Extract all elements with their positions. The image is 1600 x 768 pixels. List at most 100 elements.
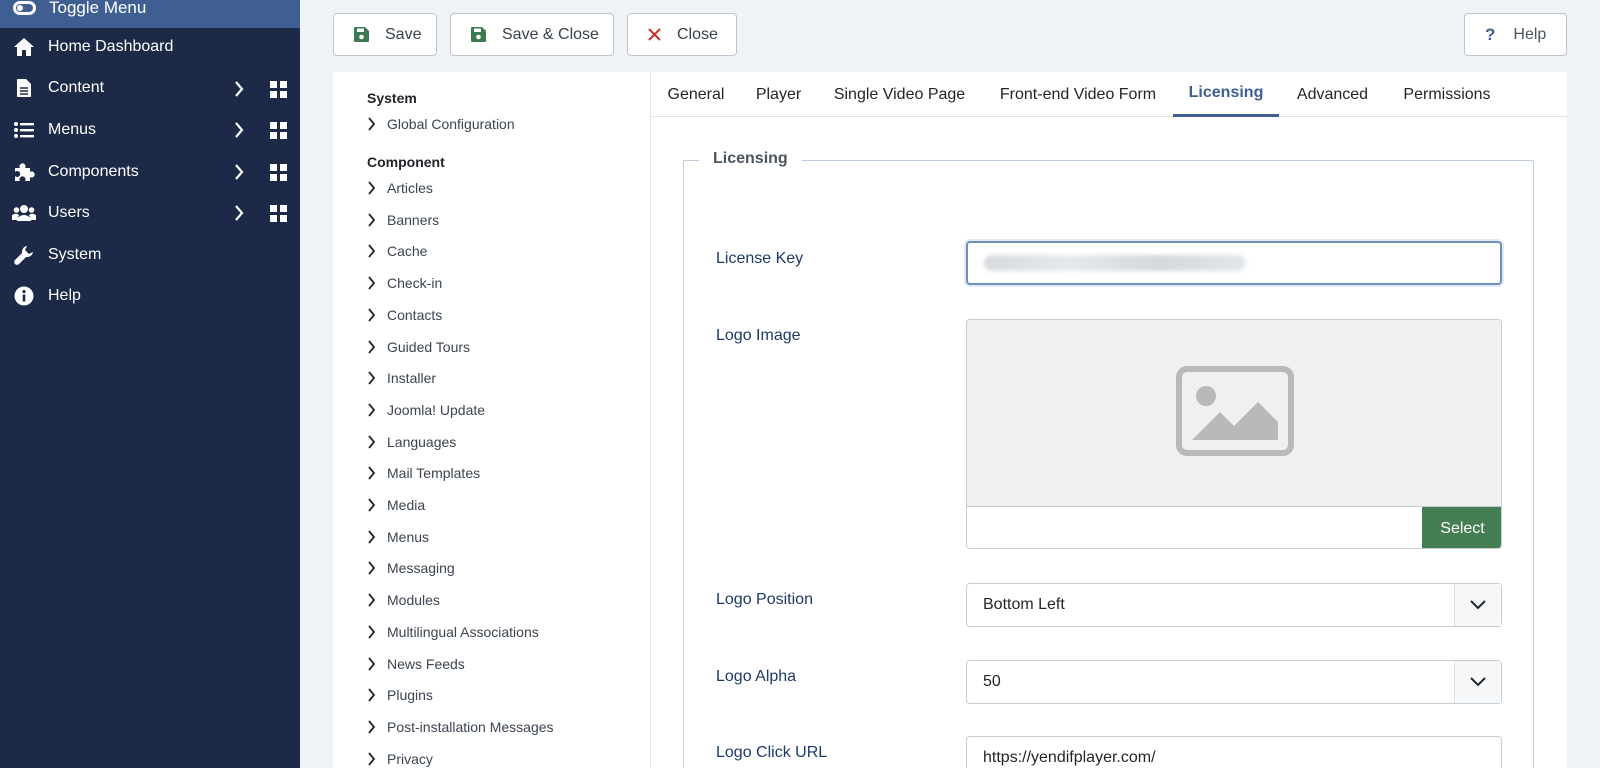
select-image-button[interactable]: Select [1422, 507, 1501, 548]
sidebar-item-users[interactable]: Users [0, 192, 300, 234]
chevron-right-icon [367, 498, 381, 512]
nav-item-mail-templates[interactable]: Mail Templates [367, 465, 480, 481]
chevron-right-icon [367, 530, 381, 544]
nav-item-contacts[interactable]: Contacts [367, 307, 442, 323]
nav-item-menus[interactable]: Menus [367, 529, 429, 545]
save-icon [354, 27, 369, 42]
chevron-right-icon [367, 720, 381, 734]
tab-permissions[interactable]: Permissions [1386, 72, 1508, 117]
logo-position-select[interactable]: Bottom Left [966, 583, 1502, 627]
chevron-right-icon [367, 625, 381, 639]
save-button[interactable]: Save [333, 13, 437, 56]
tab-licensing[interactable]: Licensing [1173, 72, 1279, 117]
chevron-right-icon[interactable] [234, 205, 244, 226]
tab-player[interactable]: Player [741, 72, 816, 117]
nav-item-multilingual-associations[interactable]: Multilingual Associations [367, 624, 539, 640]
nav-item-news-feeds[interactable]: News Feeds [367, 656, 465, 672]
nav-item-banners[interactable]: Banners [367, 212, 439, 228]
logo-click-url-label: Logo Click URL [716, 744, 828, 761]
nav-item-check-in[interactable]: Check-in [367, 275, 442, 291]
toggle-menu-label: Toggle Menu [49, 0, 147, 17]
nav-item-languages[interactable]: Languages [367, 434, 456, 450]
logo-image-field: Select [966, 319, 1502, 549]
sidebar-menu: Home Dashboard Content Menus Components … [0, 26, 300, 317]
close-icon [648, 28, 661, 41]
nav-heading-component: Component [367, 154, 445, 170]
nav-item-installer[interactable]: Installer [367, 370, 436, 386]
nav-item-cache[interactable]: Cache [367, 243, 427, 259]
fieldset-legend: Licensing [699, 150, 802, 168]
sidebar-item-help[interactable]: Help [0, 276, 300, 318]
config-panel: System Global Configuration Component Ar… [333, 72, 1567, 768]
logo-image-label: Logo Image [716, 327, 801, 344]
chevron-right-icon [367, 213, 381, 227]
chevron-right-icon [367, 561, 381, 575]
save-close-button[interactable]: Save & Close [450, 13, 614, 56]
chevron-right-icon [367, 339, 381, 354]
question-icon: ? [1485, 24, 1496, 44]
sidebar: Toggle Menu Home Dashboard Content Menus [0, 0, 300, 768]
chevron-right-icon [367, 117, 381, 131]
chevron-right-icon [367, 244, 381, 258]
help-button[interactable]: ? Help [1464, 13, 1567, 56]
file-icon [12, 77, 36, 99]
dashboard-grid-icon[interactable] [270, 80, 287, 98]
sidebar-item-content[interactable]: Content [0, 68, 300, 110]
chevron-right-icon [367, 276, 381, 290]
nav-item-media[interactable]: Media [367, 497, 425, 513]
logo-click-url-input[interactable]: https://yendifplayer.com/ [966, 736, 1502, 768]
tab-single-video-page[interactable]: Single Video Page [816, 72, 983, 117]
chevron-right-icon[interactable] [234, 80, 244, 102]
logo-alpha-label: Logo Alpha [716, 668, 797, 685]
toggle-menu-button[interactable]: Toggle Menu [0, 0, 300, 28]
chevron-down-icon [1454, 584, 1501, 626]
save-icon [471, 27, 486, 42]
nav-item-messaging[interactable]: Messaging [367, 560, 455, 576]
tab-bar: General Player Single Video Page Front-e… [651, 72, 1567, 117]
nav-item-guided-tours[interactable]: Guided Tours [367, 339, 470, 355]
image-placeholder-icon [1176, 365, 1294, 461]
chevron-right-icon [367, 593, 381, 607]
dashboard-grid-icon[interactable] [270, 163, 287, 181]
logo-position-label: Logo Position [716, 591, 813, 608]
chevron-down-icon [1454, 661, 1501, 703]
dashboard-grid-icon[interactable] [270, 205, 287, 223]
nav-item-post-installation-messages[interactable]: Post-installation Messages [367, 719, 554, 735]
chevron-right-icon[interactable] [234, 164, 244, 185]
dashboard-grid-icon[interactable] [270, 122, 287, 140]
list-icon [12, 119, 36, 141]
home-icon [12, 36, 36, 58]
nav-item-modules[interactable]: Modules [367, 592, 440, 608]
logo-image-path-input[interactable]: Select [967, 506, 1501, 548]
chevron-right-icon [367, 308, 381, 322]
toolbar: Save Save & Close Close ? Help [300, 0, 1600, 70]
chevron-right-icon [367, 688, 381, 702]
chevron-right-icon [367, 181, 381, 195]
component-nav: System Global Configuration Component Ar… [333, 72, 651, 768]
close-button[interactable]: Close [627, 13, 737, 56]
chevron-right-icon [367, 752, 381, 766]
chevron-right-icon [367, 656, 381, 671]
info-icon [12, 285, 36, 307]
nav-item-plugins[interactable]: Plugins [367, 687, 433, 703]
puzzle-icon [12, 161, 36, 183]
nav-item-articles[interactable]: Articles [367, 180, 433, 196]
sidebar-item-system[interactable]: System [0, 234, 300, 276]
obscured-license-value [984, 255, 1246, 271]
chevron-right-icon[interactable] [234, 122, 244, 143]
sidebar-item-components[interactable]: Components [0, 151, 300, 193]
nav-item-privacy[interactable]: Privacy [367, 751, 433, 767]
logo-alpha-select[interactable]: 50 [966, 660, 1502, 704]
tab-front-end-video-form[interactable]: Front-end Video Form [983, 72, 1173, 117]
license-key-label: License Key [716, 250, 804, 267]
sidebar-item-menus[interactable]: Menus [0, 109, 300, 151]
toggle-icon [13, 1, 36, 15]
tab-general[interactable]: General [651, 72, 741, 117]
license-key-input[interactable] [966, 241, 1502, 285]
nav-item-joomla-update[interactable]: Joomla! Update [367, 402, 485, 418]
tab-advanced[interactable]: Advanced [1279, 72, 1386, 117]
chevron-right-icon [367, 435, 381, 449]
nav-item-global-configuration[interactable]: Global Configuration [367, 116, 515, 132]
users-icon [12, 202, 36, 224]
sidebar-item-home-dashboard[interactable]: Home Dashboard [0, 26, 300, 68]
